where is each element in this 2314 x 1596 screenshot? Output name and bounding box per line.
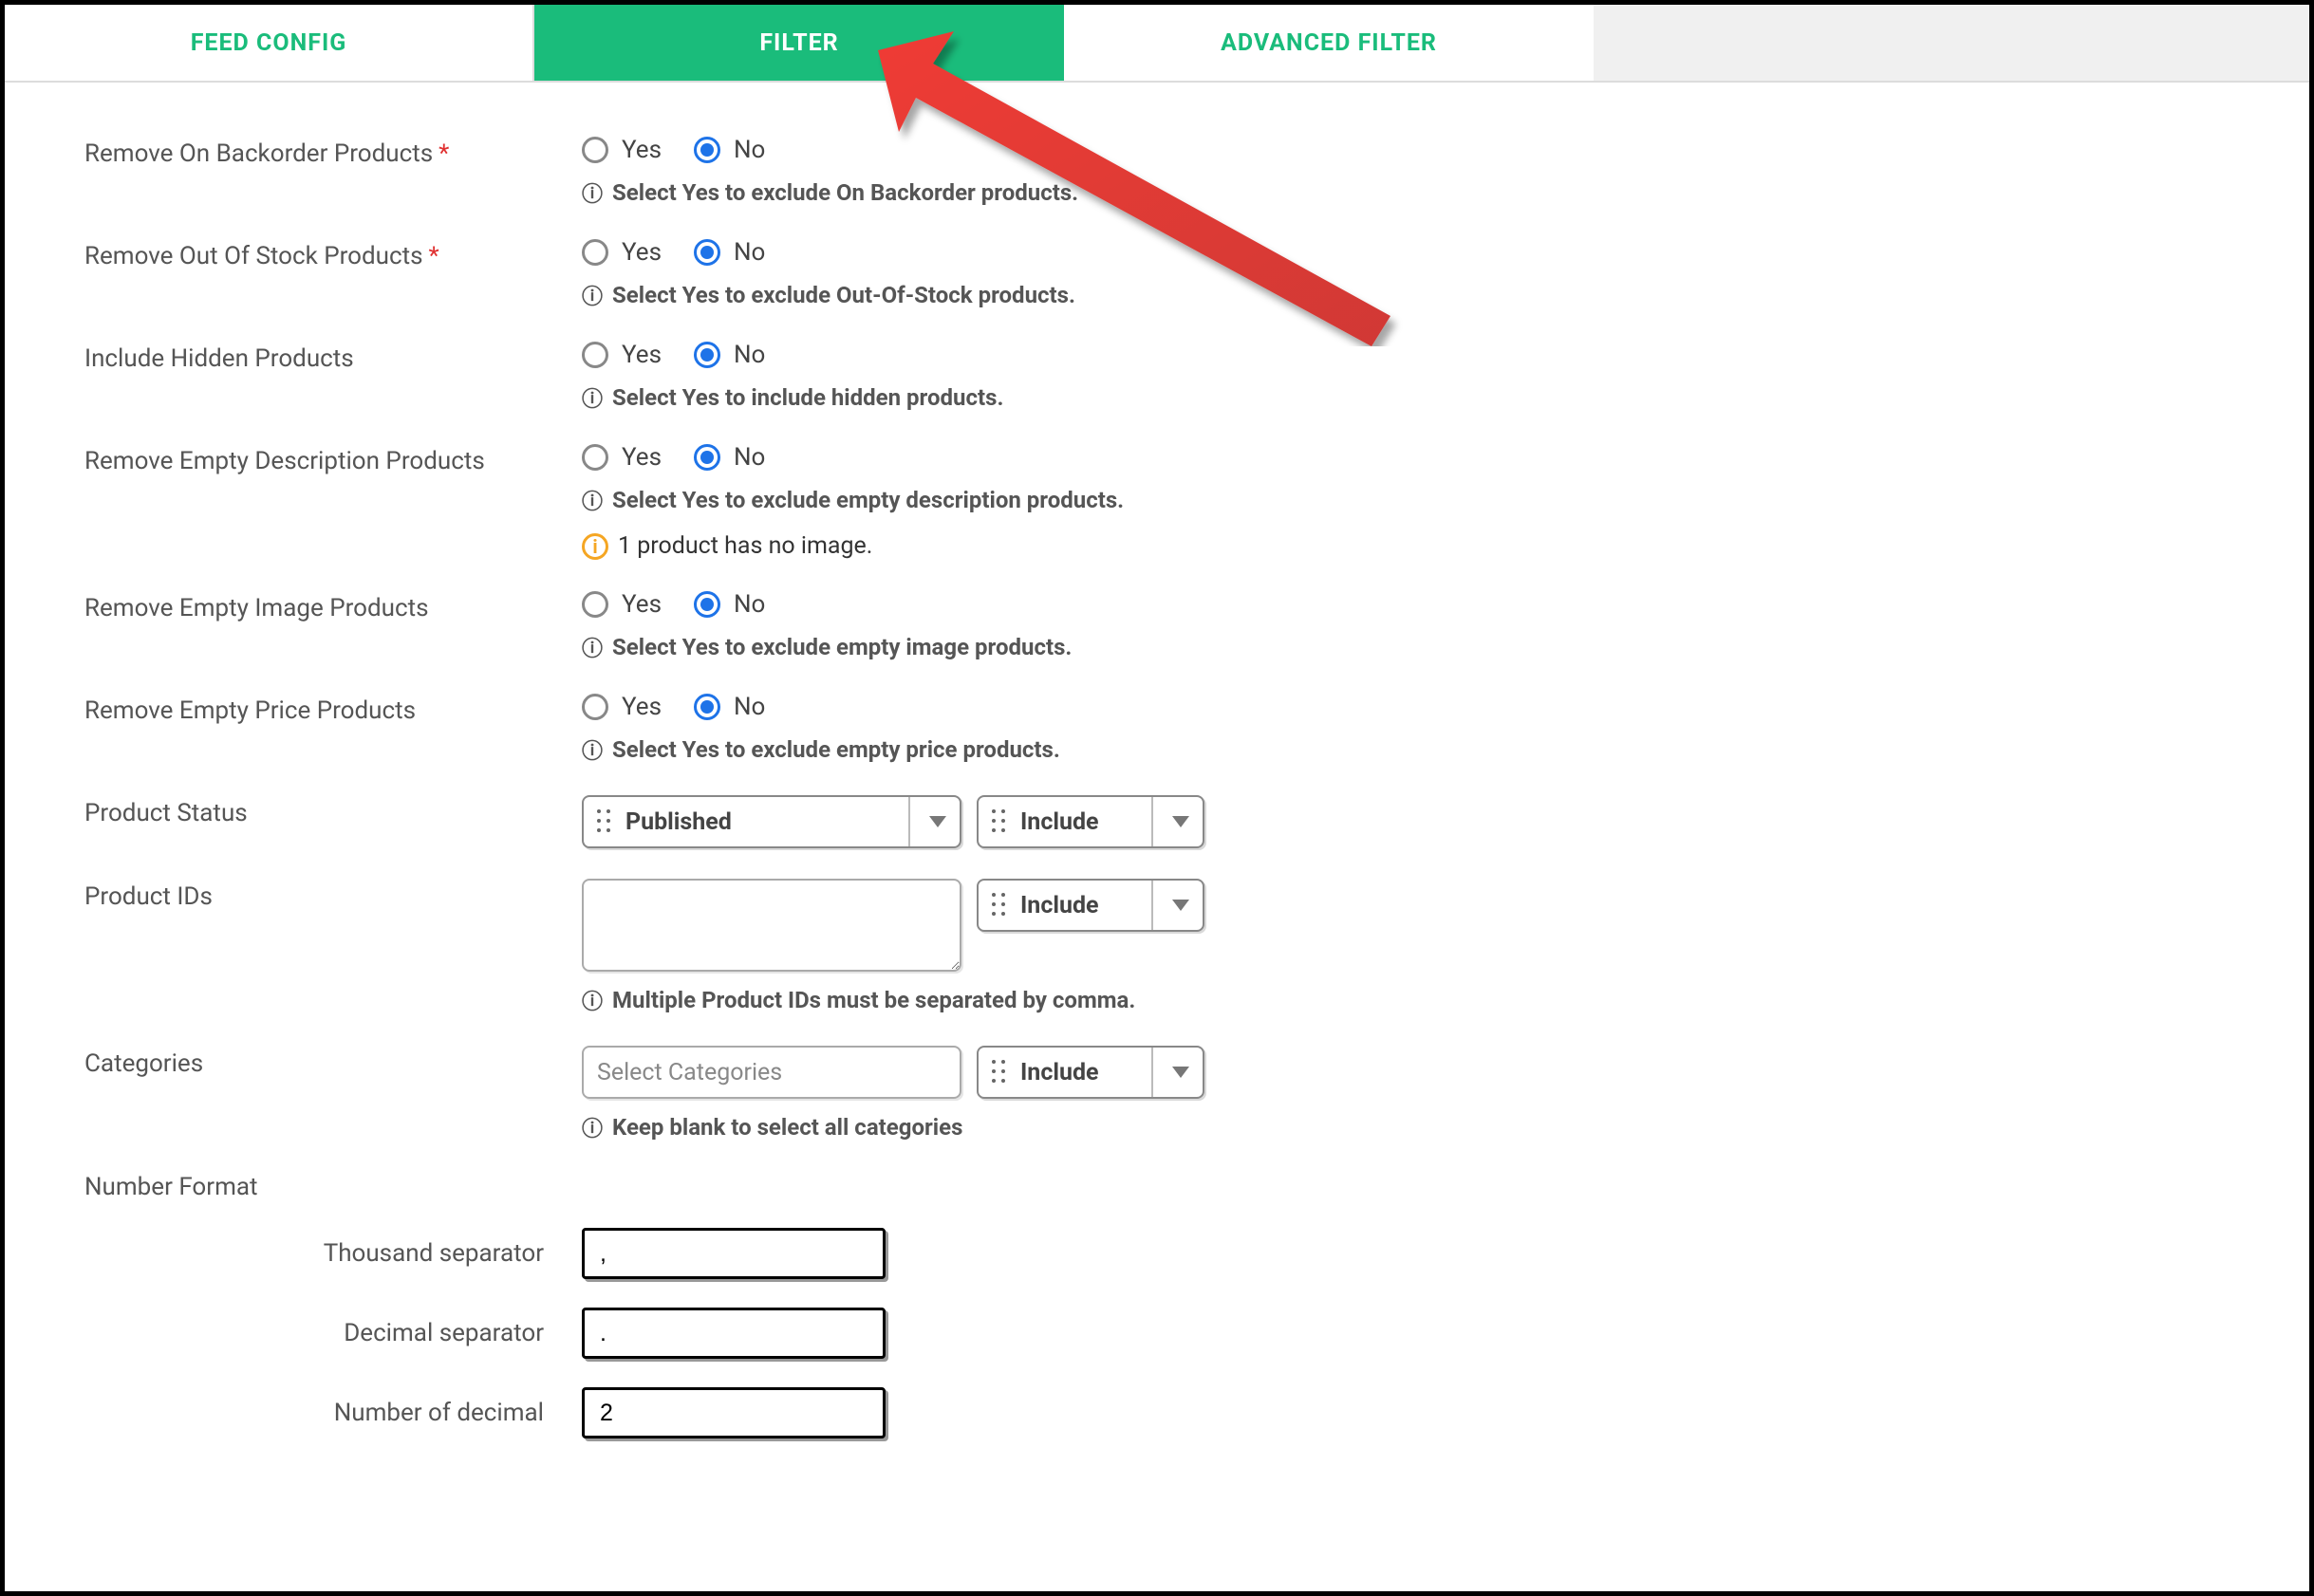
radio-emptyprice-no[interactable]: [694, 694, 720, 720]
tabs-bar: FEED CONFIG FILTER ADVANCED FILTER: [5, 5, 2309, 83]
label-decimal-sep: Decimal separator: [84, 1319, 582, 1347]
hint-emptyprice: ⓘ Select Yes to exclude empty price prod…: [582, 734, 2252, 765]
label-remove-empty-desc: Remove Empty Description Products: [84, 443, 582, 475]
hint-product-ids: ⓘ Multiple Product IDs must be separated…: [582, 985, 2252, 1015]
label-thousand-sep: Thousand separator: [84, 1239, 582, 1268]
info-icon: ⓘ: [582, 632, 603, 662]
radio-hidden-no[interactable]: [694, 342, 720, 368]
input-thousand-sep[interactable]: [582, 1228, 886, 1279]
chevron-down-icon: [1151, 1048, 1189, 1097]
select-categories[interactable]: Select Categories: [582, 1046, 961, 1099]
radio-emptyimg-no[interactable]: [694, 591, 720, 618]
tabs-filler: [1594, 5, 2309, 81]
radio-emptyprice-yes[interactable]: [582, 694, 608, 720]
label-num-decimal: Number of decimal: [84, 1399, 582, 1427]
hint-emptydesc: ⓘ Select Yes to exclude empty descriptio…: [582, 485, 2252, 515]
input-decimal-sep[interactable]: [582, 1308, 886, 1359]
label-product-status: Product Status: [84, 795, 582, 827]
radio-emptyimg-yes[interactable]: [582, 591, 608, 618]
hint-hidden: ⓘ Select Yes to include hidden products.: [582, 382, 2252, 413]
radio-emptydesc-no[interactable]: [694, 444, 720, 471]
label-product-ids: Product IDs: [84, 879, 582, 911]
info-icon: ⓘ: [582, 485, 603, 515]
radio-backorder-yes[interactable]: [582, 137, 608, 163]
input-num-decimal[interactable]: [582, 1387, 886, 1438]
radio-emptydesc-yes[interactable]: [582, 444, 608, 471]
chevron-down-icon: [1151, 797, 1189, 846]
required-asterisk: *: [429, 242, 439, 270]
radio-hidden-yes[interactable]: [582, 342, 608, 368]
radio-label-no: No: [734, 136, 765, 164]
tab-feed-config[interactable]: FEED CONFIG: [5, 5, 534, 81]
info-icon: ⓘ: [582, 280, 603, 310]
label-remove-backorder: Remove On Backorder Products*: [84, 136, 582, 168]
required-asterisk: *: [439, 139, 449, 168]
warning-no-image: i 1 product has no image.: [582, 532, 2252, 560]
label-remove-outofstock: Remove Out Of Stock Products*: [84, 238, 582, 270]
chevron-down-icon: [908, 797, 946, 846]
select-status-mode[interactable]: Include: [977, 795, 1204, 848]
drag-handle-icon: [992, 809, 1007, 834]
textarea-product-ids[interactable]: [582, 879, 961, 972]
chevron-down-icon: [1151, 881, 1189, 930]
hint-outofstock: ⓘ Select Yes to exclude Out-Of-Stock pro…: [582, 280, 2252, 310]
radio-backorder-no[interactable]: [694, 137, 720, 163]
radio-outofstock-no[interactable]: [694, 239, 720, 266]
label-categories: Categories: [84, 1046, 582, 1078]
select-product-status[interactable]: Published: [582, 795, 961, 848]
tab-filter[interactable]: FILTER: [534, 5, 1064, 81]
label-remove-empty-price: Remove Empty Price Products: [84, 693, 582, 725]
hint-backorder: ⓘ Select Yes to exclude On Backorder pro…: [582, 177, 2252, 208]
select-ids-mode[interactable]: Include: [977, 879, 1204, 932]
info-icon: ⓘ: [582, 1112, 603, 1142]
label-remove-empty-img: Remove Empty Image Products: [84, 590, 582, 622]
drag-handle-icon: [992, 893, 1007, 918]
info-icon: ⓘ: [582, 177, 603, 208]
label-include-hidden: Include Hidden Products: [84, 341, 582, 373]
info-icon: ⓘ: [582, 734, 603, 765]
info-icon: ⓘ: [582, 382, 603, 413]
hint-emptyimg: ⓘ Select Yes to exclude empty image prod…: [582, 632, 2252, 662]
warning-icon: i: [582, 533, 608, 560]
select-categories-mode[interactable]: Include: [977, 1046, 1204, 1099]
radio-outofstock-yes[interactable]: [582, 239, 608, 266]
drag-handle-icon: [597, 809, 612, 834]
radio-label-yes: Yes: [622, 136, 662, 164]
info-icon: ⓘ: [582, 985, 603, 1015]
heading-number-format: Number Format: [84, 1173, 2252, 1201]
tab-advanced-filter[interactable]: ADVANCED FILTER: [1064, 5, 1594, 81]
hint-categories: ⓘ Keep blank to select all categories: [582, 1112, 2252, 1142]
drag-handle-icon: [992, 1060, 1007, 1085]
